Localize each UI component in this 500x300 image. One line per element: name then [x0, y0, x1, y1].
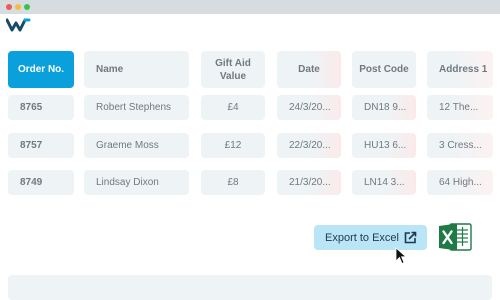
maximize-window-button[interactable]	[24, 4, 30, 10]
cell-name[interactable]: Graeme Moss	[84, 133, 189, 158]
cell-gift-aid[interactable]: £8	[201, 170, 265, 195]
header-name[interactable]: Name	[84, 51, 189, 88]
header-order-no[interactable]: Order No.	[8, 51, 74, 88]
cell-post-code[interactable]: DN18 9...	[352, 95, 416, 120]
cell-post-code[interactable]: LN14 3...	[352, 170, 416, 195]
export-to-excel-button[interactable]: Export to Excel	[314, 225, 427, 250]
header-gift-aid-line2: Value	[219, 70, 247, 82]
cell-date[interactable]: 24/3/20...	[277, 95, 341, 120]
cell-post-code[interactable]: HU13 6...	[352, 133, 416, 158]
cell-date[interactable]: 22/3/20...	[277, 133, 341, 158]
cell-address-1[interactable]: 3 Cress...	[427, 133, 493, 158]
minimize-window-button[interactable]	[15, 4, 21, 10]
cell-name[interactable]: Robert Stephens	[84, 95, 189, 120]
w-logo-icon	[6, 18, 31, 32]
close-window-button[interactable]	[6, 4, 12, 10]
bottom-panel	[8, 275, 492, 300]
header-date[interactable]: Date	[277, 51, 341, 88]
excel-icon[interactable]	[437, 222, 473, 252]
cell-order-no[interactable]: 8757	[8, 133, 74, 158]
header-post-code[interactable]: Post Code	[352, 51, 416, 88]
cell-gift-aid[interactable]: £4	[201, 95, 265, 120]
export-button-label: Export to Excel	[325, 231, 399, 244]
cell-address-1[interactable]: 64 High...	[427, 170, 493, 195]
share-icon	[404, 231, 417, 244]
cell-gift-aid[interactable]: £12	[201, 133, 265, 158]
cell-name[interactable]: Lindsay Dixon	[84, 170, 189, 195]
cell-order-no[interactable]: 8749	[8, 170, 74, 195]
header-gift-aid-line1: Gift Aid	[215, 57, 251, 69]
header-gift-aid-value[interactable]: Gift Aid Value	[201, 51, 265, 88]
cell-address-1[interactable]: 12 The...	[427, 95, 493, 120]
window-titlebar	[0, 0, 500, 14]
cell-date[interactable]: 21/3/20...	[277, 170, 341, 195]
mouse-cursor-icon	[395, 247, 407, 265]
header-address-1[interactable]: Address 1	[427, 51, 493, 88]
cell-order-no[interactable]: 8765	[8, 95, 74, 120]
